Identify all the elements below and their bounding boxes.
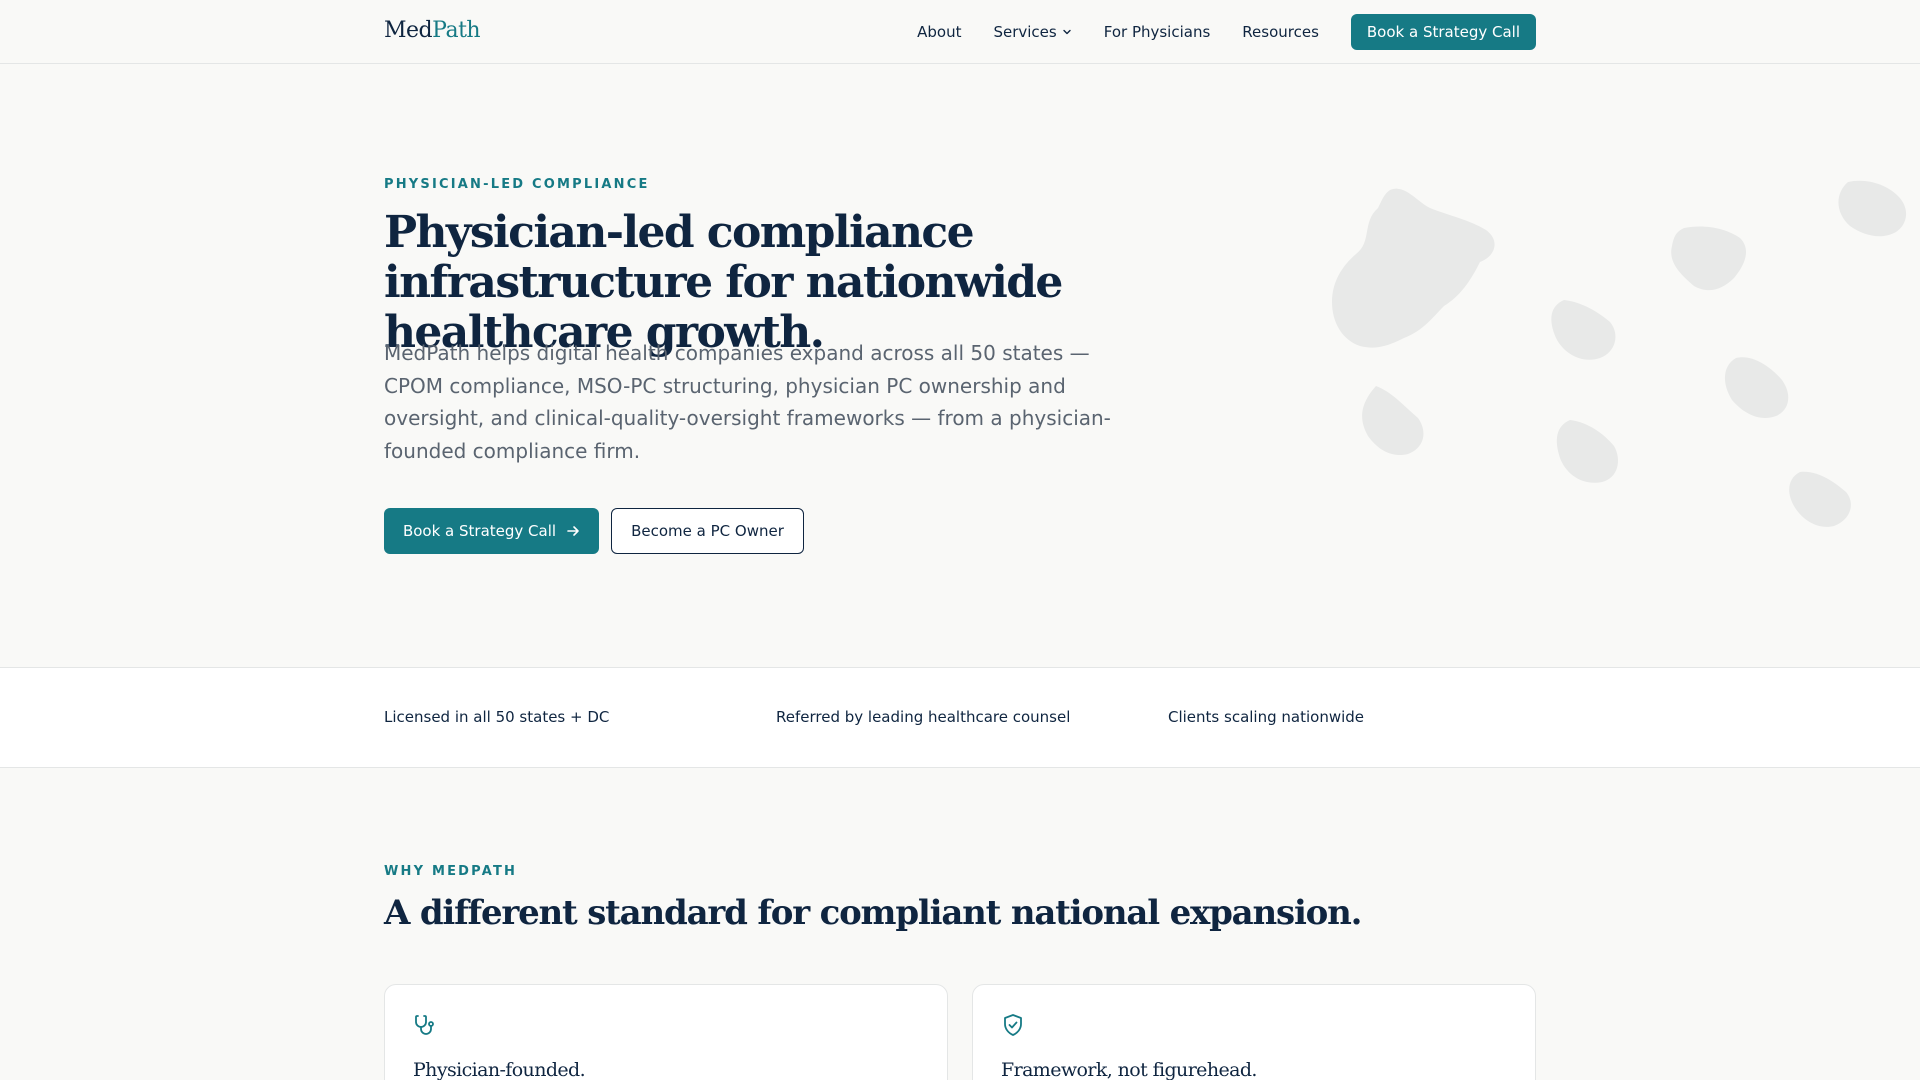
hero-eyebrow: PHYSICIAN-LED COMPLIANCE <box>384 177 650 192</box>
card-title-physician-founded: Physician-founded. <box>413 1059 586 1080</box>
nav-about[interactable]: About <box>917 23 961 41</box>
map-shape-right-2 <box>1724 357 1789 419</box>
hero-subtitle: MedPath helps digital health companies e… <box>384 341 1111 463</box>
map-shape-right-1 <box>1671 226 1747 291</box>
nav-services[interactable]: Services <box>993 23 1071 41</box>
nav-about-label: About <box>917 23 962 41</box>
chevron-down-icon <box>1063 29 1071 35</box>
nav-for-physicians[interactable]: For Physicians <box>1104 23 1211 41</box>
nav-resources-label: Resources <box>1242 23 1319 41</box>
map-shape-right-3 <box>1789 471 1851 527</box>
hero-secondary-button-label: Become a PC Owner <box>631 522 784 540</box>
nav-services-label: Services <box>993 23 1057 41</box>
nav-for-physicians-label: For Physicians <box>1103 23 1211 41</box>
map-shape-small-1 <box>1362 386 1424 456</box>
main-nav: About Services For Physicians Resources … <box>885 14 1536 50</box>
map-shape-medium-2 <box>1556 420 1618 483</box>
trust-item-referred: Referred by leading healthcare counsel <box>776 708 1071 726</box>
header-book-strategy-call-button[interactable]: Book a Strategy Call <box>1350 14 1536 50</box>
arrow-right-icon <box>567 526 579 536</box>
shield-check-icon <box>1004 1014 1022 1036</box>
map-shape-medium-1 <box>1551 300 1616 360</box>
hero-primary-button-label: Book a Strategy Call <box>402 522 557 540</box>
site-header: MedPath About Services For Physicians Re… <box>0 0 1920 64</box>
become-pc-owner-button[interactable]: Become a PC Owner <box>611 508 804 554</box>
header-cta-label: Book a Strategy Call <box>1366 23 1520 41</box>
logo-med: Med <box>384 18 433 43</box>
trust-strip: Licensed in all 50 states + DC Referred … <box>0 667 1920 768</box>
why-eyebrow: WHY MEDPATH <box>384 864 518 879</box>
decorative-map-graphic <box>1332 180 1907 527</box>
why-section-title: A different standard for compliant natio… <box>384 893 1362 933</box>
nav-resources[interactable]: Resources <box>1242 23 1319 41</box>
hero-title: Physician-led compliance infrastructure … <box>384 207 1063 358</box>
hero-book-strategy-call-button[interactable]: Book a Strategy Call <box>384 508 599 554</box>
logo-path: Path <box>432 18 481 43</box>
map-shape-large <box>1332 188 1495 348</box>
logo[interactable]: MedPath <box>384 18 481 43</box>
stethoscope-icon <box>415 1015 434 1035</box>
feature-card-physician-founded: Physician-founded. <box>384 984 948 1080</box>
card-title-framework: Framework, not figurehead. <box>1001 1059 1257 1080</box>
feature-card-framework: Framework, not figurehead. <box>972 984 1536 1080</box>
trust-item-clients: Clients scaling nationwide <box>1168 708 1365 726</box>
map-shape-top-right <box>1838 180 1907 237</box>
trust-item-licensed: Licensed in all 50 states + DC <box>384 708 610 726</box>
